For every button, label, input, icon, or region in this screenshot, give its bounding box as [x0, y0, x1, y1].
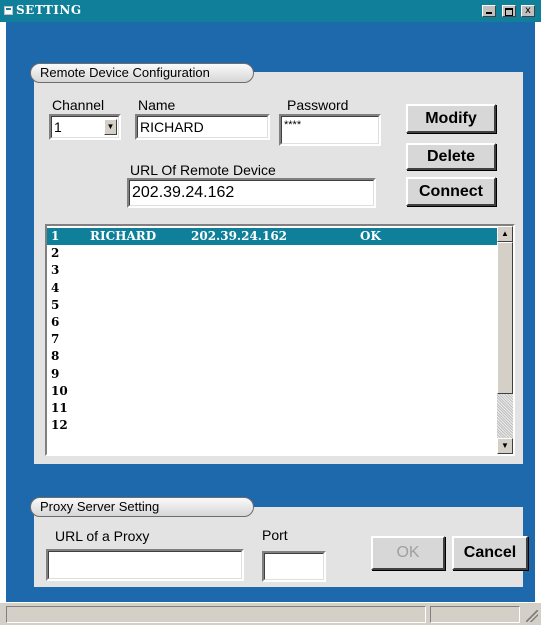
list-item-channel: 3: [51, 263, 60, 278]
window-title: SETTING: [16, 3, 82, 17]
status-bar: [0, 602, 541, 625]
list-item[interactable]: 1 RICHARD 202.39.24.162 OK: [47, 228, 499, 245]
title-bar[interactable]: SETTING x: [0, 0, 541, 22]
name-input[interactable]: RICHARD: [135, 114, 270, 140]
window-controls: x: [481, 5, 535, 23]
ok-button[interactable]: OK: [371, 536, 445, 570]
list-item[interactable]: 7: [47, 331, 499, 348]
password-label: Password: [287, 97, 349, 113]
status-pane-secondary: [430, 606, 520, 623]
close-button[interactable]: x: [521, 5, 535, 17]
list-item[interactable]: 5: [47, 297, 499, 314]
scroll-track[interactable]: [497, 394, 513, 438]
password-input[interactable]: ****: [279, 114, 381, 146]
list-item-channel: 7: [51, 332, 60, 347]
list-item-channel: 1: [51, 229, 60, 243]
url-remote-input[interactable]: 202.39.24.162: [127, 178, 376, 208]
list-item-channel: 4: [51, 280, 60, 295]
url-remote-value: 202.39.24.162: [132, 184, 235, 201]
minimize-button[interactable]: [482, 5, 497, 17]
status-pane-main: [6, 606, 426, 623]
scroll-up-icon[interactable]: ▲: [497, 226, 513, 242]
port-label: Port: [262, 527, 288, 543]
connect-button[interactable]: Connect: [406, 177, 496, 206]
list-item-channel: 9: [51, 366, 60, 381]
list-item[interactable]: 9: [47, 366, 499, 383]
list-item[interactable]: 3: [47, 262, 499, 279]
remote-device-group-label: Remote Device Configuration: [30, 63, 254, 83]
list-item[interactable]: 12: [47, 417, 499, 434]
scroll-down-icon[interactable]: ▼: [497, 438, 513, 454]
maximize-button[interactable]: [501, 5, 516, 17]
proxy-url-label: URL of a Proxy: [55, 528, 150, 544]
cancel-button[interactable]: Cancel: [452, 536, 528, 570]
modify-button[interactable]: Modify: [406, 104, 496, 133]
list-item-channel: 5: [51, 297, 60, 312]
list-item-status: OK: [360, 229, 381, 243]
list-item[interactable]: 2: [47, 245, 499, 262]
list-item-name: RICHARD: [90, 229, 157, 243]
proxy-url-input[interactable]: [46, 549, 244, 581]
url-remote-label: URL Of Remote Device: [130, 162, 276, 178]
scroll-thumb[interactable]: [497, 242, 513, 394]
list-item-channel: 6: [51, 315, 60, 329]
name-value: RICHARD: [140, 119, 204, 135]
chevron-down-icon[interactable]: ▼: [104, 119, 117, 135]
delete-button[interactable]: Delete: [406, 143, 496, 170]
list-item-channel: 12: [51, 418, 68, 433]
name-label: Name: [138, 97, 176, 113]
channel-combobox[interactable]: 1 ▼: [49, 114, 121, 140]
list-item[interactable]: 6: [47, 314, 499, 331]
channel-value: 1: [54, 119, 62, 135]
list-scrollbar[interactable]: ▲ ▼: [497, 226, 513, 454]
window-icon[interactable]: [4, 6, 13, 15]
list-item[interactable]: 8: [47, 348, 499, 365]
list-item[interactable]: 11: [47, 400, 499, 417]
list-item-channel: 8: [51, 349, 60, 364]
port-input[interactable]: [262, 551, 326, 582]
device-list[interactable]: 1 RICHARD 202.39.24.162 OK 2 3 4 5 6 7 8 9 10 11 12 ▲ …: [45, 224, 515, 456]
list-item-channel: 2: [51, 246, 60, 261]
list-item[interactable]: 4: [47, 280, 499, 297]
setting-window: SETTING x Remote Device Configuration Ch…: [0, 0, 541, 625]
proxy-group-label: Proxy Server Setting: [30, 497, 254, 517]
channel-label: Channel: [52, 97, 105, 113]
list-item-channel: 11: [51, 401, 68, 415]
list-item-url: 202.39.24.162: [191, 229, 288, 243]
list-item[interactable]: 10: [47, 383, 499, 400]
resize-grip-icon[interactable]: [526, 610, 538, 622]
list-item-channel: 10: [51, 383, 68, 398]
password-value: ****: [284, 119, 302, 131]
